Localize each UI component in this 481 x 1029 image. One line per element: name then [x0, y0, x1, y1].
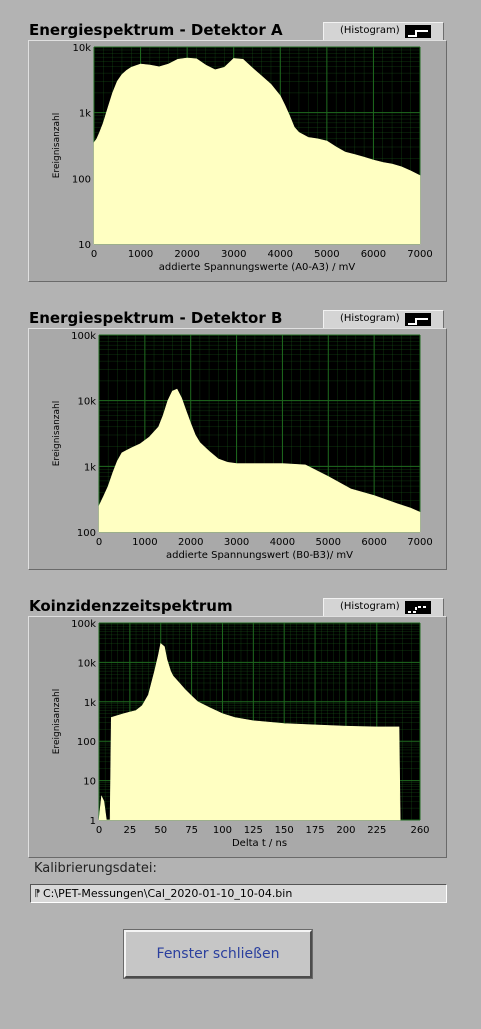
- calibration-path-text: C:\PET-Messungen\Cal_2020-01-10_10-04.bi…: [43, 887, 293, 900]
- x-tick-label: 2000: [178, 537, 203, 548]
- x-tick-label: 175: [306, 825, 325, 836]
- x-tick-label: 4000: [268, 249, 293, 260]
- y-tick-label: 100: [72, 174, 91, 185]
- chart-title-detector-a: Energiespektrum - Detektor A: [29, 21, 283, 39]
- energy-spectrum-a-chart: 0 1000 2000 3000 4000 5000 6000 7000 10 100 1k 10k a…: [52, 43, 433, 273]
- y-tick-label: 100: [77, 528, 96, 539]
- x-tick-label: 7000: [407, 249, 432, 260]
- x-tick-label: 150: [275, 825, 294, 836]
- y-tick-label: 1k: [84, 462, 96, 473]
- histogram-legend-icon: [405, 25, 431, 38]
- x-tick-label: 0: [96, 825, 102, 836]
- y-axis-label: Ereignisanzahl: [52, 689, 62, 755]
- x-tick-label: 2000: [174, 249, 199, 260]
- x-tick-label: 3000: [221, 249, 246, 260]
- x-tick-label: 5000: [316, 537, 341, 548]
- path-browse-icon: ⁋: [34, 888, 41, 899]
- x-tick-label: 0: [91, 249, 97, 260]
- x-tick-label: 100: [213, 825, 232, 836]
- x-axis-label: addierte Spannungswerte (A0-A3) / mV: [159, 262, 356, 273]
- x-tick-label: 75: [185, 825, 198, 836]
- x-tick-label: 50: [154, 825, 167, 836]
- x-tick-label: 3000: [224, 537, 249, 548]
- x-tick-label: 200: [336, 825, 355, 836]
- y-tick-label: 10k: [72, 43, 91, 54]
- x-tick-label: 6000: [361, 249, 386, 260]
- y-tick-label: 10: [78, 240, 91, 251]
- x-tick-label: 0: [96, 537, 102, 548]
- y-tick-label: 10k: [77, 397, 96, 408]
- x-axis-label: addierte Spannungswert (B0-B3)/ mV: [166, 550, 353, 561]
- y-tick-label: 10k: [77, 658, 96, 669]
- chart-title-coincidence: Koinzidenzzeitspektrum: [29, 597, 233, 615]
- y-tick-label: 100: [77, 737, 96, 748]
- calibration-path-field[interactable]: ⁋ C:\PET-Messungen\Cal_2020-01-10_10-04.…: [30, 884, 447, 903]
- legend-histogram-c[interactable]: (Histogram): [323, 598, 444, 617]
- x-axis-label: Delta t / ns: [232, 838, 287, 849]
- y-axis-label: Ereignisanzahl: [52, 401, 62, 467]
- chart-panel-detector-a: 0 1000 2000 3000 4000 5000 6000 7000 10 100 1k 10k a…: [28, 40, 447, 282]
- legend-histogram-b[interactable]: (Histogram): [323, 310, 444, 329]
- legend-label: (Histogram): [340, 601, 400, 612]
- y-axis-label: Ereignisanzahl: [52, 113, 62, 179]
- x-tick-label: 225: [367, 825, 386, 836]
- histogram-legend-icon: [405, 313, 431, 326]
- calibration-label: Kalibrierungsdatei:: [34, 861, 157, 876]
- legend-label: (Histogram): [340, 313, 400, 324]
- x-tick-label: 25: [123, 825, 136, 836]
- coincidence-time-chart: 0 25 50 75 100 125 150 175 200 225 260 1 10 100 1k 10k 1…: [52, 619, 430, 849]
- legend-histogram-a[interactable]: (Histogram): [323, 22, 444, 41]
- y-tick-label: 1k: [84, 698, 96, 709]
- x-tick-label: 1000: [132, 537, 157, 548]
- x-tick-label: 1000: [128, 249, 153, 260]
- x-tick-label: 5000: [314, 249, 339, 260]
- y-tick-label: 1: [90, 816, 96, 827]
- x-tick-label: 260: [410, 825, 429, 836]
- legend-label: (Histogram): [340, 25, 400, 36]
- energy-spectrum-b-chart: 0 1000 2000 3000 4000 5000 6000 7000 100 1k 10k 100…: [52, 331, 433, 561]
- x-tick-label: 7000: [407, 537, 432, 548]
- y-tick-label: 10: [83, 777, 96, 788]
- y-tick-label: 1k: [79, 109, 91, 120]
- chart-panel-detector-b: 0 1000 2000 3000 4000 5000 6000 7000 100 1k 10k 100…: [28, 328, 447, 570]
- x-tick-label: 4000: [270, 537, 295, 548]
- chart-panel-coincidence: 0 25 50 75 100 125 150 175 200 225 260 1 10 100 1k 10k 1…: [28, 616, 447, 858]
- x-tick-label: 125: [244, 825, 263, 836]
- x-tick-label: 6000: [361, 537, 386, 548]
- y-tick-label: 100k: [71, 619, 96, 630]
- histogram-legend-icon: [405, 601, 431, 614]
- chart-title-detector-b: Energiespektrum - Detektor B: [29, 309, 283, 327]
- y-tick-label: 100k: [71, 331, 96, 342]
- close-window-button[interactable]: Fenster schließen: [123, 929, 313, 979]
